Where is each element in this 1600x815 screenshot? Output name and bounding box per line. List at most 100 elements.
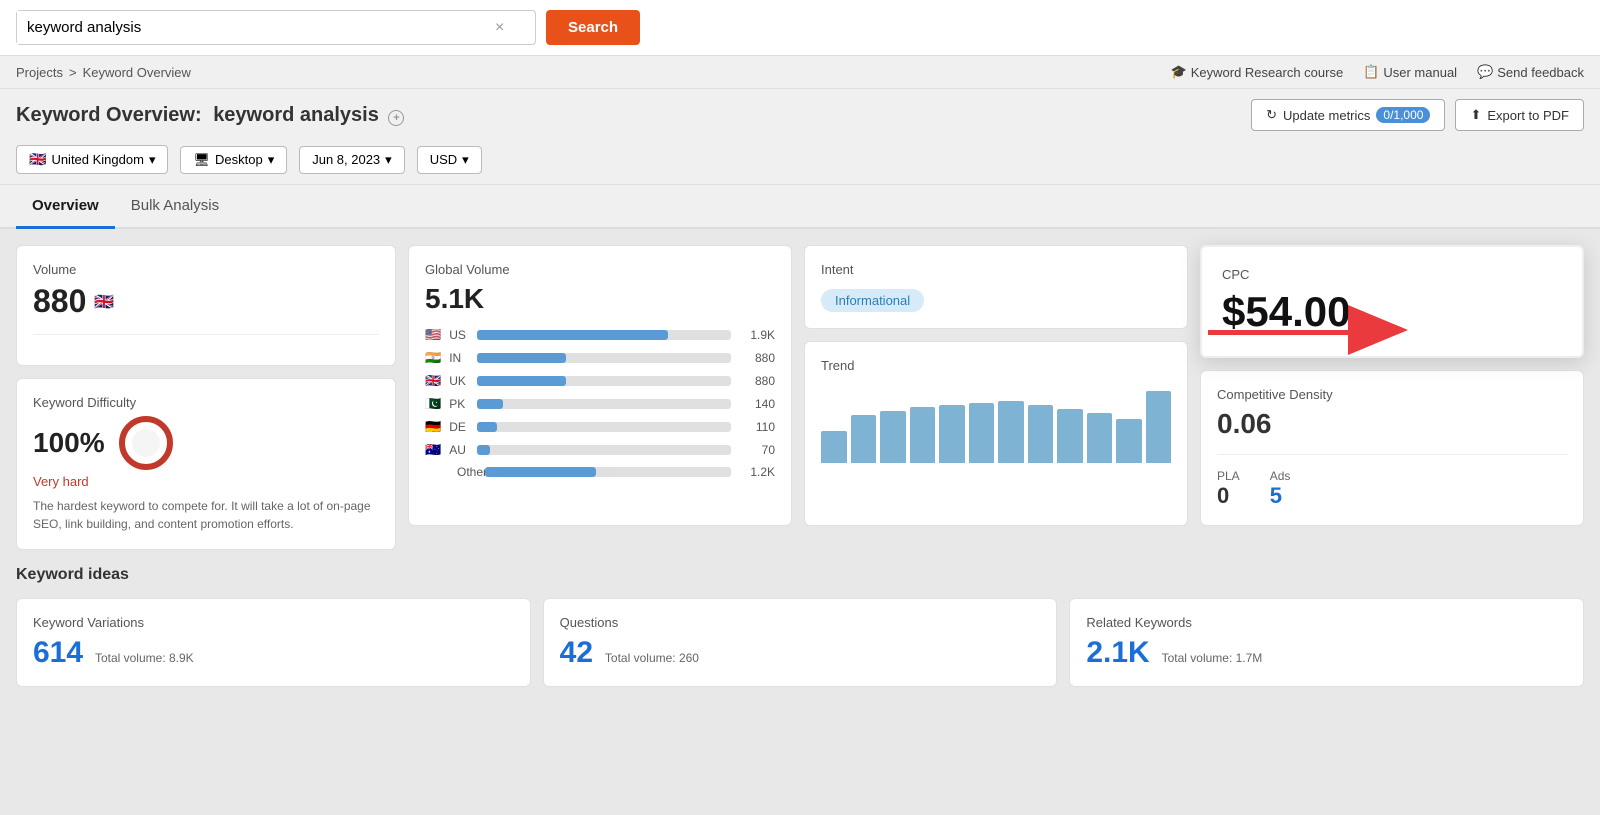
intent-cpc-area: Intent Informational Trend [804, 245, 1188, 526]
ads-item: Ads 5 [1270, 469, 1291, 509]
feedback-icon: 💬 [1477, 64, 1493, 80]
breadcrumb-current: Keyword Overview [83, 65, 191, 80]
questions-card: Questions 42 Total volume: 260 [543, 598, 1058, 687]
bar-row-pk: 🇵🇰 PK 140 [425, 396, 775, 412]
volume-card: Volume 880 🇬🇧 [16, 245, 396, 366]
trend-bar-8 [1028, 405, 1054, 463]
breadcrumb-projects[interactable]: Projects [16, 65, 63, 80]
manual-link[interactable]: 📋 User manual [1363, 64, 1457, 80]
cpc-card: CPC $54.00 [1200, 245, 1584, 358]
clear-button[interactable]: × [487, 19, 512, 37]
trend-label: Trend [821, 358, 1171, 373]
pla-value: 0 [1217, 483, 1240, 509]
ads-value: 5 [1270, 483, 1291, 509]
ideas-grid: Keyword Variations 614 Total volume: 8.9… [16, 598, 1584, 687]
currency-filter[interactable]: USD ▾ [417, 146, 482, 174]
flag-au: 🇦🇺 [425, 442, 441, 458]
search-input[interactable] [17, 11, 487, 44]
trend-bar-6 [969, 403, 995, 463]
title-info-icon[interactable]: + [388, 110, 404, 126]
pla-item: PLA 0 [1217, 469, 1240, 509]
export-button[interactable]: ⬆ Export to PDF [1455, 99, 1584, 131]
trend-bar-9 [1057, 409, 1083, 463]
update-badge: 0/1,000 [1376, 107, 1430, 123]
refresh-icon: ↻ [1266, 107, 1277, 123]
related-keywords-card: Related Keywords 2.1K Total volume: 1.7M [1069, 598, 1584, 687]
related-count: 2.1K [1086, 636, 1149, 669]
bar-row-au: 🇦🇺 AU 70 [425, 442, 775, 458]
trend-bar-10 [1087, 413, 1113, 463]
flag-us: 🇺🇸 [425, 327, 441, 343]
intent-card: Intent Informational [804, 245, 1188, 329]
keyword-ideas-title: Keyword ideas [16, 566, 1584, 584]
top-bar: × Search [0, 0, 1600, 56]
trend-bar-7 [998, 401, 1024, 463]
trend-bar-4 [910, 407, 936, 463]
page-title-actions: ↻ Update metrics 0/1,000 ⬆ Export to PDF [1251, 99, 1584, 131]
trend-bar-3 [880, 411, 906, 463]
trend-bar-1 [821, 431, 847, 463]
bar-row-in: 🇮🇳 IN 880 [425, 350, 775, 366]
competitive-density-card: Competitive Density 0.06 PLA 0 Ads 5 [1200, 370, 1584, 526]
uk-flag-icon: 🇬🇧 [29, 151, 46, 168]
course-link[interactable]: 🎓 Keyword Research course [1171, 64, 1344, 80]
keyword-variations-card: Keyword Variations 614 Total volume: 8.9… [16, 598, 531, 687]
volume-label: Volume [33, 262, 379, 277]
filters-bar: 🇬🇧 United Kingdom ▾ 🖥 Desktop ▾ Jun 8, 2… [0, 139, 1600, 185]
update-metrics-button[interactable]: ↻ Update metrics 0/1,000 [1251, 99, 1445, 131]
course-icon: 🎓 [1171, 64, 1187, 80]
tabs: Overview Bulk Analysis [0, 185, 1600, 229]
trend-bar-2 [851, 415, 877, 463]
cpc-label: CPC [1222, 267, 1562, 282]
kd-value: 100% [33, 427, 105, 459]
flag-pk: 🇵🇰 [425, 396, 441, 412]
flag-in: 🇮🇳 [425, 350, 441, 366]
flag-de: 🇩🇪 [425, 419, 441, 435]
page-header: Keyword Overview: keyword analysis + ↻ U… [0, 89, 1600, 139]
questions-label: Questions [560, 615, 1041, 630]
questions-desc: Total volume: 260 [605, 651, 699, 665]
feedback-link[interactable]: 💬 Send feedback [1477, 64, 1584, 80]
search-button[interactable]: Search [546, 10, 640, 45]
cpc-comp-col: CPC $54.00 Competitive Density 0.06 PLA … [1200, 245, 1584, 526]
bar-row-us: 🇺🇸 US 1.9K [425, 327, 775, 343]
desktop-icon: 🖥 [193, 152, 210, 168]
cpc-value: $54.00 [1222, 288, 1562, 336]
bar-row-de: 🇩🇪 DE 110 [425, 419, 775, 435]
right-section: Global Volume 5.1K 🇺🇸 US 1.9K 🇮🇳 IN 8 [408, 245, 1584, 550]
device-filter[interactable]: 🖥 Desktop ▾ [180, 146, 287, 174]
export-icon: ⬆ [1470, 107, 1481, 123]
bar-table: 🇺🇸 US 1.9K 🇮🇳 IN 880 🇬🇧 UK [425, 327, 775, 479]
trend-bar-11 [1116, 419, 1142, 463]
trend-bar-12 [1146, 391, 1172, 463]
chevron-down-icon: ▾ [149, 152, 156, 168]
variations-count: 614 [33, 636, 83, 669]
kd-circle [119, 416, 173, 470]
chevron-down-icon: ▾ [462, 152, 469, 168]
tab-bulk-analysis[interactable]: Bulk Analysis [115, 185, 235, 229]
chevron-down-icon: ▾ [385, 152, 392, 168]
related-desc: Total volume: 1.7M [1162, 651, 1263, 665]
intent-badge: Informational [821, 289, 924, 312]
kd-label: Keyword Difficulty [33, 395, 379, 410]
trend-card: Trend [804, 341, 1188, 526]
left-column: Volume 880 🇬🇧 Keyword Difficulty 100% Ve… [16, 245, 396, 550]
right-grid: Global Volume 5.1K 🇺🇸 US 1.9K 🇮🇳 IN 8 [408, 245, 1584, 526]
ads-label: Ads [1270, 469, 1291, 483]
manual-icon: 📋 [1363, 64, 1379, 80]
variations-label: Keyword Variations [33, 615, 514, 630]
tab-overview[interactable]: Overview [16, 185, 115, 229]
page-title: Keyword Overview: keyword analysis + [16, 104, 404, 127]
date-filter[interactable]: Jun 8, 2023 ▾ [299, 146, 404, 174]
variations-desc: Total volume: 8.9K [95, 651, 194, 665]
flag-uk: 🇬🇧 [425, 373, 441, 389]
country-filter[interactable]: 🇬🇧 United Kingdom ▾ [16, 145, 168, 174]
global-volume-card: Global Volume 5.1K 🇺🇸 US 1.9K 🇮🇳 IN 8 [408, 245, 792, 526]
comp-density-label: Competitive Density [1217, 387, 1567, 402]
intent-label: Intent [821, 262, 1171, 277]
volume-row: 880 🇬🇧 [33, 283, 379, 320]
action-links: 🎓 Keyword Research course 📋 User manual … [1171, 64, 1584, 80]
pla-label: PLA [1217, 469, 1240, 483]
bar-row-uk: 🇬🇧 UK 880 [425, 373, 775, 389]
main-content: Volume 880 🇬🇧 Keyword Difficulty 100% Ve… [0, 229, 1600, 566]
